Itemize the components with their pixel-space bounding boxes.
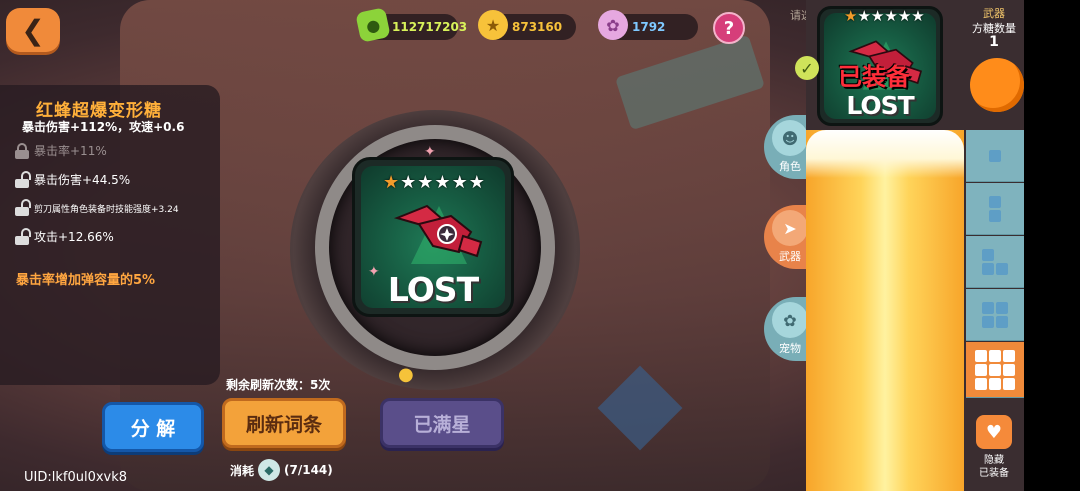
nine-block-icon (975, 349, 1015, 390)
unlock-icon (14, 199, 31, 216)
hide-equipped-label: 隐藏 已装备 (964, 454, 1024, 480)
refresh-count: 剩余刷新次数：5次 (226, 378, 331, 392)
sub-stat-text: 暴击率+11% (34, 144, 107, 158)
equipped-item-card[interactable]: 已装备 LOST ★ ★ ★ ★ ★ ★ (817, 6, 943, 126)
sparkle-icon: ✦ (368, 264, 380, 280)
decompose-button[interactable]: 分 解 (102, 402, 204, 452)
help-button[interactable]: ? (713, 12, 745, 44)
user-id: UID:lkf0ul0xvk8 (24, 470, 128, 485)
star-icon: ★ (434, 172, 451, 193)
orange-orb-icon (970, 58, 1024, 112)
star-icon: ★ (844, 7, 858, 25)
star-counter: ★ 873160 (478, 10, 576, 40)
lock-icon (14, 142, 30, 159)
hide-equipped-button[interactable]: ♥ (976, 415, 1012, 449)
character-icon: ☻ (772, 120, 808, 156)
sub-stat-text: 剪刀属性角色装备时技能强度+3.24 (34, 204, 179, 215)
sub-stat-text: 暴击伤害+44.5% (34, 173, 131, 187)
equipped-card-art: 已装备 LOST (824, 13, 936, 120)
refresh-affix-button[interactable]: 刷新词条 (222, 398, 346, 448)
star-icon: ★ (857, 7, 871, 25)
selected-glow (806, 130, 964, 491)
tab-label: 角色 (779, 160, 801, 173)
tab-label: 宠物 (779, 342, 801, 355)
cost-label: 消耗 (230, 463, 255, 478)
item-main-stat: 暴击伤害+112%，攻速+0.6 (22, 120, 185, 134)
single-block-icon (989, 149, 1001, 162)
mascot-icon: ● (398, 364, 414, 385)
shape-slot-2[interactable] (966, 183, 1024, 235)
max-star-button[interactable]: 已满星 (380, 398, 504, 448)
two-block-icon (989, 195, 1001, 222)
gem-value: 1792 (632, 20, 666, 34)
sub-stat-4[interactable]: 攻击+12.66% (14, 227, 114, 245)
card-title: LOST (846, 91, 914, 120)
star-rating: ★ ★ ★ ★ ★ ★ (844, 7, 925, 25)
l-block-icon (982, 248, 1008, 275)
gem-counter: ✿ 1792 (598, 10, 698, 40)
unlock-icon (14, 227, 31, 245)
slot-count: 1 (989, 34, 999, 50)
hide-label-line2: 已装备 (979, 468, 1009, 479)
screen-edge (1024, 0, 1080, 491)
crystal-icon: ◆ (258, 459, 281, 481)
shape-slot-4[interactable] (966, 289, 1024, 341)
shape-slot-5[interactable] (966, 342, 1024, 398)
sub-stat-text: 攻击+12.66% (34, 230, 114, 244)
star-icon: ★ (884, 7, 898, 25)
shape-slot-1[interactable] (966, 130, 1024, 182)
item-card: ★ ★ ★ ★ ★ ★ LOST (352, 157, 514, 317)
star-icon: ★ (478, 10, 508, 40)
chevron-left-icon: ❮ (21, 13, 45, 47)
card-title: LOST (387, 270, 479, 309)
star-icon: ★ (451, 172, 468, 193)
cost-value: (7/144) (284, 463, 333, 477)
star-icon: ★ (400, 172, 417, 193)
candy-counter: ● 112717203 (355, 7, 467, 43)
shape-slot-3[interactable] (966, 236, 1024, 288)
tab-label: 武器 (779, 250, 801, 263)
weapon-icon (393, 204, 483, 264)
rocket-icon: ➤ (772, 210, 808, 246)
item-bonus: 暴击率增加弹容量的5% (16, 273, 156, 288)
item-card-art: ★ ★ ★ ★ ★ ★ LOST (361, 166, 505, 309)
unlock-icon (14, 170, 31, 188)
sparkle-icon: ✦ (424, 144, 436, 160)
slot-title: 武器 (983, 7, 1005, 20)
equipped-badge: 已装备 (838, 63, 910, 91)
star-icon: ★ (468, 172, 485, 193)
hide-label-line1: 隐藏 (984, 455, 1004, 466)
selected-glow-top (806, 130, 964, 178)
candy-icon: ● (355, 7, 391, 43)
flower-gem-icon: ✿ (598, 10, 628, 40)
star-icon: ★ (383, 172, 400, 193)
candy-value: 112717203 (392, 20, 468, 34)
refresh-cost: 消耗 ◆ (7/144) (230, 459, 333, 481)
checkmark-icon: ✓ (795, 56, 819, 80)
star-icon: ★ (417, 172, 434, 193)
pet-icon: ✿ (772, 302, 808, 338)
star-value: 873160 (512, 20, 563, 34)
heart-icon: ♥ (985, 421, 1003, 443)
back-button[interactable]: ❮ (6, 8, 60, 52)
square-block-icon (982, 301, 1008, 328)
star-icon: ★ (911, 7, 925, 25)
sub-stat-2[interactable]: 暴击伤害+44.5% (14, 170, 131, 188)
sub-stat-1[interactable]: 暴击率+11% (14, 142, 107, 159)
star-icon: ★ (897, 7, 912, 25)
sub-stat-3[interactable]: 剪刀属性角色装备时技能强度+3.24 (14, 199, 179, 216)
star-icon: ★ (870, 7, 885, 25)
star-rating: ★ ★ ★ ★ ★ ★ (383, 172, 485, 193)
